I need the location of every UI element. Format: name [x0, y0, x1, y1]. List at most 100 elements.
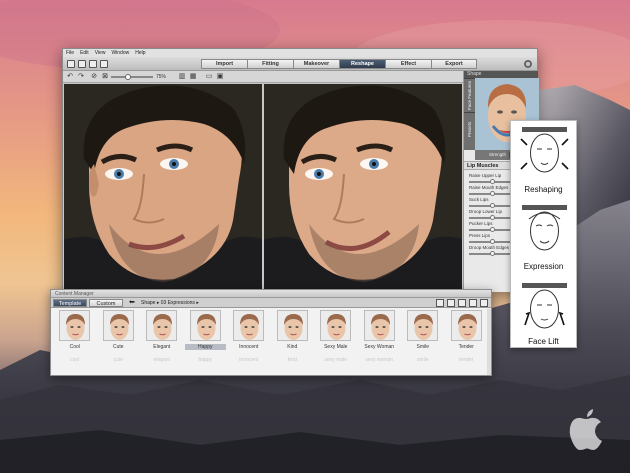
slider-handle[interactable]: [489, 203, 495, 208]
double-view-icon[interactable]: ▣: [216, 73, 224, 81]
split-view-icon[interactable]: ▥: [178, 73, 186, 81]
slider-handle[interactable]: [489, 191, 495, 196]
workflow-tabs: Import Fitting Makeover Reshape Effect E…: [201, 59, 477, 69]
template-thumbnail: [450, 310, 482, 341]
template-label: Smile: [416, 344, 429, 350]
template-label: Tender: [458, 344, 474, 350]
top-toolbar: Import Fitting Makeover Reshape Effect E…: [63, 57, 537, 71]
slider-handle[interactable]: [489, 215, 495, 220]
template-label: Innocent: [239, 344, 259, 350]
zoom-slider-handle[interactable]: [125, 74, 131, 80]
menu-bar: File Edit View Window Help: [63, 49, 537, 57]
fit-view-icon[interactable]: ⊠: [101, 73, 109, 81]
save-preset-icon[interactable]: [436, 299, 444, 307]
face-lift-icon: [522, 283, 567, 329]
menu-view[interactable]: View: [95, 50, 106, 56]
zoom-level: 75%: [156, 74, 167, 80]
tab-custom[interactable]: Custom: [89, 299, 123, 307]
scrollbar[interactable]: [487, 309, 491, 375]
portrait-after-image: [264, 84, 462, 290]
expression-face-icon: [522, 205, 567, 251]
compare-view-icon[interactable]: ▦: [189, 73, 197, 81]
expression-label: Expression: [523, 262, 564, 271]
template-label-faded: smile: [416, 357, 429, 363]
tab-reshape[interactable]: Reshape: [339, 59, 385, 69]
portrait-before-image: [64, 84, 262, 290]
tab-import[interactable]: Import: [201, 59, 247, 69]
slider-handle[interactable]: [489, 239, 495, 244]
template-label: Elegant: [153, 344, 171, 350]
tab-template[interactable]: Template: [53, 299, 87, 307]
template-item[interactable]: Tender: [446, 309, 488, 353]
delete-icon[interactable]: [447, 299, 455, 307]
template-label-faded: tender: [459, 357, 474, 363]
tab-effect[interactable]: Effect: [385, 59, 431, 69]
template-thumbnail: [146, 310, 177, 341]
template-item[interactable]: Happy: [184, 309, 226, 353]
breadcrumb[interactable]: Shape ▸ 03 Expressions ▸: [141, 300, 199, 306]
template-item[interactable]: Kind: [272, 309, 314, 353]
strength-label: Strength: [489, 152, 507, 157]
gear-icon[interactable]: [524, 60, 532, 68]
slider-handle[interactable]: [489, 227, 495, 232]
reshaping-face-icon: [520, 127, 569, 173]
after-photo[interactable]: [264, 84, 462, 290]
tab-makeover[interactable]: Makeover: [293, 59, 339, 69]
undo-icon[interactable]: ↶: [66, 73, 74, 81]
menu-help[interactable]: Help: [135, 50, 145, 56]
template-label: Sexy Woman: [364, 344, 395, 350]
template-thumbnail: [363, 310, 395, 341]
template-label: Cool: [69, 344, 80, 350]
menu-window[interactable]: Window: [111, 50, 129, 56]
tab-fitting[interactable]: Fitting: [247, 59, 293, 69]
open-folder-icon[interactable]: [78, 60, 86, 68]
template-thumbnail: [320, 310, 351, 341]
template-thumbnail: [233, 310, 264, 341]
content-manager: Content Manager Template Custom ⬅ Shape …: [50, 289, 492, 376]
template-item[interactable]: Sexy Woman: [359, 309, 401, 353]
template-label-faded: sexy woman: [365, 357, 394, 363]
template-item[interactable]: Elegant: [141, 309, 183, 353]
slider-handle[interactable]: [489, 251, 495, 256]
content-manager-toolbar: Template Custom ⬅ Shape ▸ 03 Expressions…: [51, 298, 491, 308]
template-item[interactable]: Cute: [98, 309, 140, 353]
zoom-slider[interactable]: [111, 76, 153, 78]
template-label: Sexy Male: [324, 344, 348, 350]
panel-vertical-tabs: Face Features Presets: [464, 78, 475, 150]
feature-card: Reshaping Expression Face Lift: [510, 120, 577, 348]
template-grid: Cool Cute Elegant Happy Innocent Kind Sexy Mal…: [54, 309, 490, 353]
grid-view-icon[interactable]: [458, 299, 466, 307]
tab-export[interactable]: Export: [431, 59, 477, 69]
template-label-faded: elegant: [153, 357, 170, 363]
template-thumbnail: [189, 310, 221, 341]
redo-icon[interactable]: ↷: [77, 73, 85, 81]
template-grid-row2: cool cute elegant happy innocent kind sexy mal…: [54, 357, 490, 375]
template-label: Happy: [184, 344, 226, 350]
slider-handle[interactable]: [489, 179, 495, 184]
search-icon[interactable]: [480, 299, 488, 307]
list-view-icon[interactable]: [469, 299, 477, 307]
single-view-icon[interactable]: ▭: [205, 73, 213, 81]
template-item[interactable]: Smile: [402, 309, 444, 353]
tab-face-features[interactable]: Face Features: [464, 78, 475, 112]
template-label-faded: sexy male: [324, 357, 347, 363]
new-file-icon[interactable]: [67, 60, 75, 68]
reset-icon[interactable]: ⊘: [90, 73, 98, 81]
menu-file[interactable]: File: [66, 50, 74, 56]
template-label-faded: happy: [198, 357, 213, 363]
export-file-icon[interactable]: [100, 60, 108, 68]
template-label-faded: kind: [287, 357, 297, 363]
menu-edit[interactable]: Edit: [80, 50, 89, 56]
template-item[interactable]: Sexy Male: [315, 309, 357, 353]
template-thumbnail: [276, 310, 308, 341]
save-icon[interactable]: [89, 60, 97, 68]
template-thumbnail: [407, 310, 438, 341]
template-item[interactable]: Innocent: [228, 309, 270, 353]
tab-presets[interactable]: Presets: [464, 112, 475, 146]
template-item[interactable]: Cool: [54, 309, 96, 353]
apple-logo-icon: [569, 409, 602, 450]
back-arrow-icon[interactable]: ⬅: [129, 299, 137, 307]
before-photo[interactable]: [64, 84, 262, 290]
template-label: Kind: [287, 344, 298, 350]
face-lift-label: Face Lift: [528, 337, 559, 346]
